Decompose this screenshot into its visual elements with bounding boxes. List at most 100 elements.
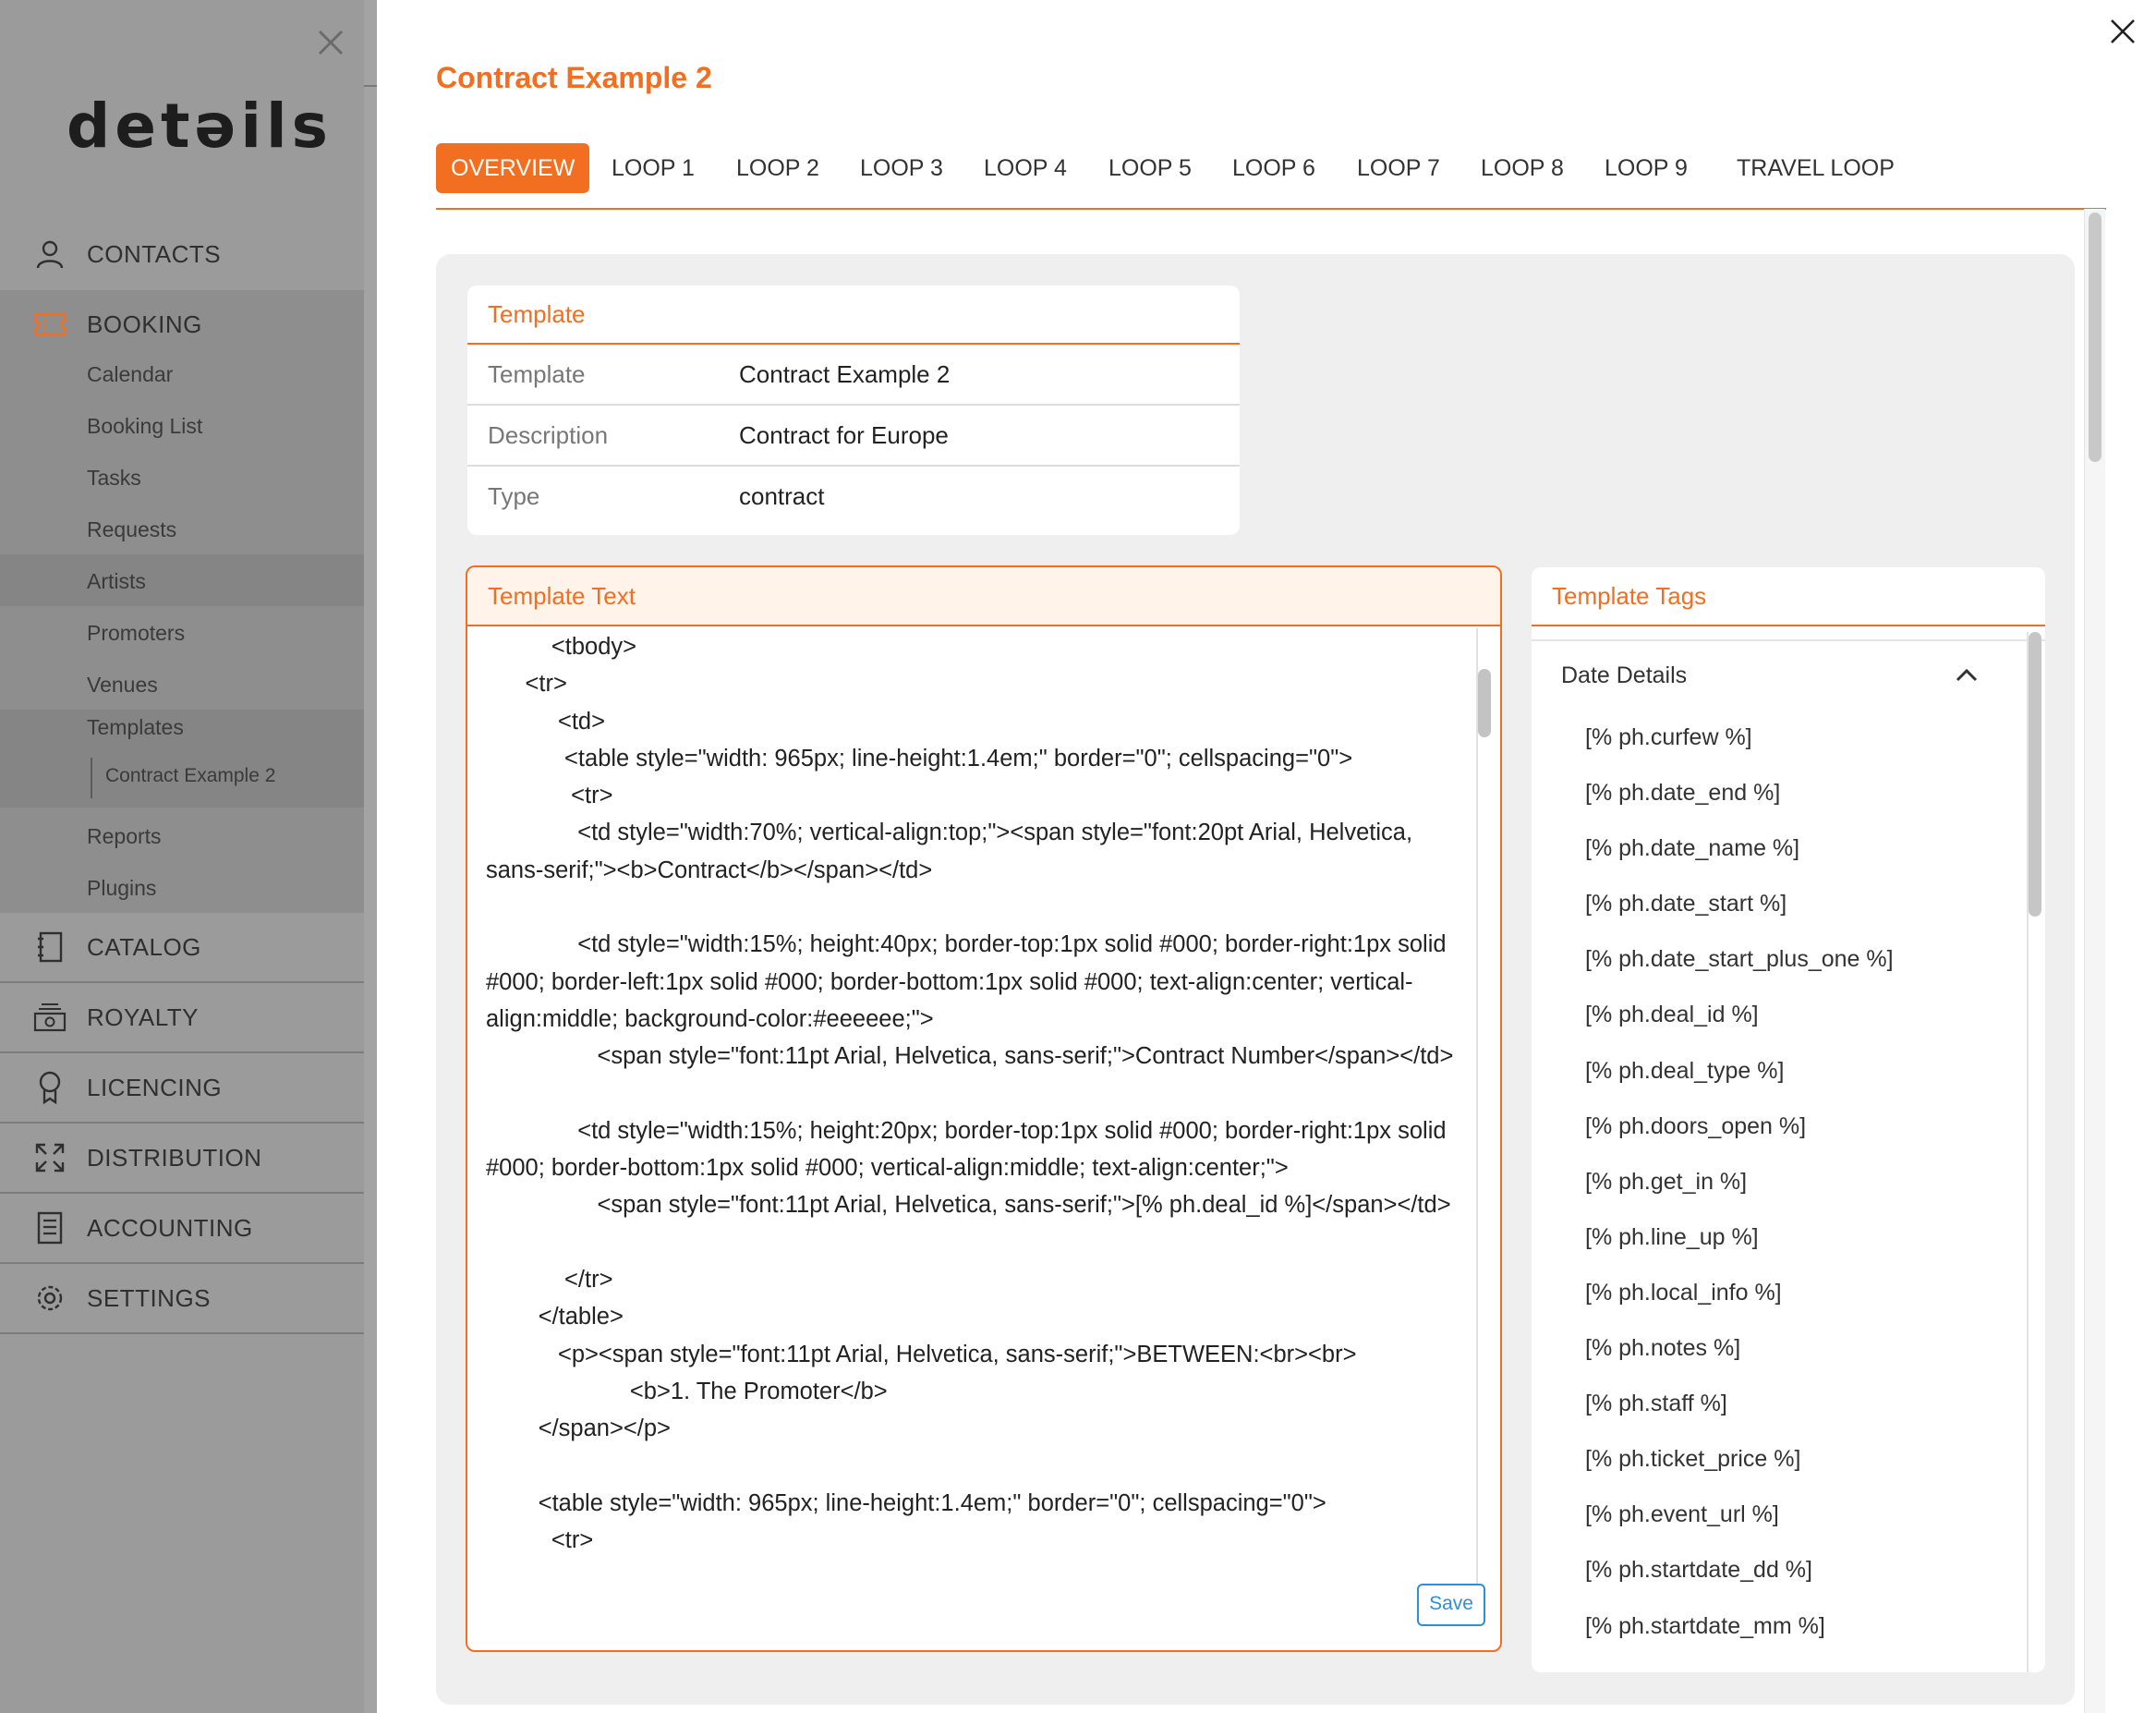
nav-licencing[interactable]: LICENCING bbox=[0, 1053, 364, 1124]
tab-loop-8[interactable]: LOOP 8 bbox=[1466, 143, 1579, 193]
nav-label: DISTRIBUTION bbox=[87, 1143, 262, 1172]
editor-scrollbar-thumb[interactable] bbox=[1478, 669, 1491, 737]
card-title: Template bbox=[467, 286, 1240, 345]
award-icon bbox=[31, 1069, 68, 1106]
nav-distribution[interactable]: DISTRIBUTION bbox=[0, 1124, 364, 1194]
sub-tasks[interactable]: Tasks bbox=[87, 466, 141, 491]
tab-travel-loop[interactable]: TRAVEL LOOP bbox=[1722, 143, 1909, 193]
tab-overview[interactable]: OVERVIEW bbox=[436, 143, 590, 193]
tags-scrollbar-thumb[interactable] bbox=[2029, 632, 2041, 917]
tag-item[interactable]: [% ph.notes %] bbox=[1532, 1320, 2045, 1376]
info-value: contract bbox=[739, 481, 825, 510]
divider bbox=[1532, 626, 2045, 641]
tab-loop-9[interactable]: LOOP 9 bbox=[1590, 143, 1702, 193]
sub-venues[interactable]: Venues bbox=[87, 673, 158, 698]
nav-royalty[interactable]: ROYALTY bbox=[0, 983, 364, 1053]
sub-artists[interactable]: Artists bbox=[87, 569, 146, 594]
ticket-icon bbox=[31, 306, 68, 343]
editor-scrollbar[interactable] bbox=[1476, 628, 1478, 1593]
chevron-up-icon[interactable] bbox=[1953, 662, 1980, 689]
nav-catalog[interactable]: CATALOG bbox=[0, 913, 364, 983]
date-details-group[interactable]: Date Details bbox=[1532, 641, 2045, 710]
divider bbox=[364, 85, 377, 87]
template-modal: Contract Example 2 OVERVIEW LOOP 1 LOOP … bbox=[377, 0, 2156, 1713]
save-button[interactable]: Save bbox=[1417, 1584, 1485, 1626]
nav-label: ROYALTY bbox=[87, 1002, 200, 1031]
sub-plugins[interactable]: Plugins bbox=[87, 876, 156, 901]
nav-booking[interactable]: BOOKING bbox=[0, 290, 364, 358]
nav-label: CONTACTS bbox=[87, 239, 222, 268]
sub-reports[interactable]: Reports bbox=[87, 824, 162, 849]
overview-content: Template Template Contract Example 2 Des… bbox=[436, 254, 2075, 1705]
tag-item[interactable]: [% ph.staff %] bbox=[1532, 1376, 2045, 1431]
tag-item[interactable]: [% ph.ticket_price %] bbox=[1532, 1431, 2045, 1487]
tab-bar: OVERVIEW LOOP 1 LOOP 2 LOOP 3 LOOP 4 LOO… bbox=[436, 143, 2106, 210]
tab-loop-6[interactable]: LOOP 6 bbox=[1217, 143, 1330, 193]
tag-item[interactable]: [% ph.local_info %] bbox=[1532, 1265, 2045, 1320]
group-label: Date Details bbox=[1561, 662, 1688, 688]
sub-promoters[interactable]: Promoters bbox=[87, 621, 185, 646]
close-modal-icon[interactable] bbox=[2108, 17, 2138, 46]
info-row: Template Contract Example 2 bbox=[467, 345, 1240, 406]
info-row: Description Contract for Europe bbox=[467, 406, 1240, 467]
scrollbar-thumb[interactable] bbox=[2089, 213, 2101, 462]
tag-item[interactable]: [% ph.event_url %] bbox=[1532, 1487, 2045, 1542]
expand-arrows-icon bbox=[31, 1139, 68, 1176]
money-icon bbox=[31, 999, 68, 1036]
tab-loop-5[interactable]: LOOP 5 bbox=[1094, 143, 1206, 193]
sidebar: detəils CONTACTS BOOKING Calendar Bookin… bbox=[0, 0, 377, 1713]
tag-item[interactable]: [% ph.startdate_mm %] bbox=[1532, 1598, 2045, 1654]
tag-item[interactable]: [% ph.deal_id %] bbox=[1532, 987, 2045, 1042]
tag-item[interactable]: [% ph.get_in %] bbox=[1532, 1154, 2045, 1209]
template-text-card: Template Text <tbody> <tr> <td> <table s… bbox=[466, 565, 1502, 1652]
nav-contacts[interactable]: CONTACTS bbox=[0, 220, 364, 288]
nav-settings[interactable]: SETTINGS bbox=[0, 1264, 364, 1334]
tag-item[interactable]: [% ph.deal_type %] bbox=[1532, 1043, 2045, 1099]
tag-item[interactable]: [% ph.doors_open %] bbox=[1532, 1099, 2045, 1154]
card-title: Template Tags bbox=[1532, 567, 2045, 626]
sub-booking-list[interactable]: Booking List bbox=[87, 414, 202, 439]
nav-label: CATALOG bbox=[87, 932, 201, 961]
tag-item[interactable]: [% ph.line_up %] bbox=[1532, 1209, 2045, 1265]
artists-highlight bbox=[0, 554, 364, 606]
gear-icon bbox=[31, 1280, 68, 1317]
tree-line bbox=[91, 758, 92, 798]
tab-loop-2[interactable]: LOOP 2 bbox=[721, 143, 834, 193]
tag-item[interactable]: [% ph.date_name %] bbox=[1532, 820, 2045, 876]
template-tags-card: Template Tags Date Details [% ph.curfew … bbox=[1532, 567, 2045, 1672]
nav-accounting[interactable]: ACCOUNTING bbox=[0, 1194, 364, 1264]
info-row: Type contract bbox=[467, 467, 1240, 526]
sub-requests[interactable]: Requests bbox=[87, 517, 176, 542]
tag-item[interactable]: [% ph.curfew %] bbox=[1532, 710, 2045, 765]
tag-item[interactable]: [% ph.date_end %] bbox=[1532, 765, 2045, 820]
sub-templates[interactable]: Templates bbox=[87, 715, 184, 740]
modal-title: Contract Example 2 bbox=[436, 61, 712, 94]
sub-calendar[interactable]: Calendar bbox=[87, 362, 173, 387]
template-text-editor[interactable]: <tbody> <tr> <td> <table style="width: 9… bbox=[486, 628, 1465, 1593]
tab-loop-4[interactable]: LOOP 4 bbox=[969, 143, 1082, 193]
nav-label: LICENCING bbox=[87, 1073, 223, 1101]
template-info-card: Template Template Contract Example 2 Des… bbox=[467, 286, 1240, 535]
tab-loop-7[interactable]: LOOP 7 bbox=[1342, 143, 1455, 193]
document-icon bbox=[31, 1209, 68, 1246]
tag-list: [% ph.curfew %] [% ph.date_end %] [% ph.… bbox=[1532, 710, 2045, 1654]
tab-loop-3[interactable]: LOOP 3 bbox=[845, 143, 958, 193]
app-logo: detəils bbox=[67, 91, 333, 162]
nav-label: BOOKING bbox=[87, 310, 202, 338]
catalog-icon bbox=[31, 929, 68, 966]
sidebar-edge bbox=[364, 0, 377, 1713]
modal-scrollbar[interactable] bbox=[2084, 209, 2105, 1713]
info-value: Contract for Europe bbox=[739, 420, 949, 449]
info-key: Type bbox=[488, 481, 540, 510]
person-icon bbox=[31, 236, 68, 273]
sub-contract-example-2[interactable]: Contract Example 2 bbox=[105, 765, 275, 787]
tag-item[interactable]: [% ph.date_start_plus_one %] bbox=[1532, 931, 2045, 987]
tag-item[interactable]: [% ph.startdate_dd %] bbox=[1532, 1542, 2045, 1598]
nav-label: SETTINGS bbox=[87, 1283, 212, 1312]
nav-label: ACCOUNTING bbox=[87, 1213, 253, 1242]
tag-item[interactable]: [% ph.date_start %] bbox=[1532, 876, 2045, 931]
info-key: Description bbox=[488, 420, 609, 449]
info-key: Template bbox=[488, 359, 586, 388]
tab-loop-1[interactable]: LOOP 1 bbox=[597, 143, 709, 193]
close-icon[interactable] bbox=[316, 28, 345, 57]
